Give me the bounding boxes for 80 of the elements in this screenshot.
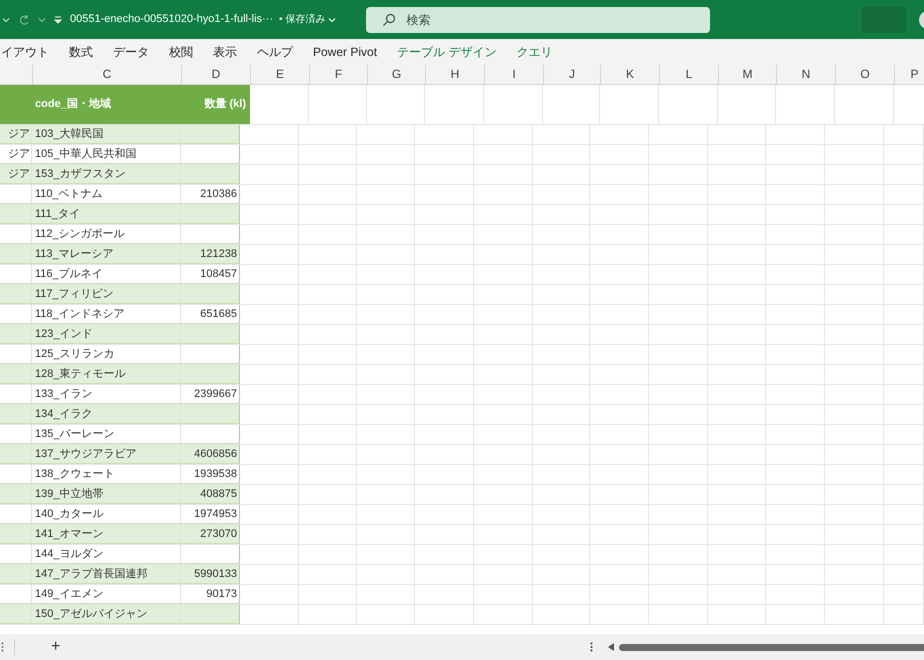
column-header[interactable]: E bbox=[250, 65, 309, 84]
table-cell-text: 118_インドネシア bbox=[35, 306, 125, 322]
table-cell-text: 149_イエメン bbox=[35, 586, 104, 602]
more-icon[interactable] bbox=[590, 642, 593, 652]
ribbon-tab[interactable]: ヘルプ bbox=[257, 43, 293, 61]
column-header[interactable]: M bbox=[718, 65, 776, 84]
ribbon-tab[interactable]: データ bbox=[113, 43, 149, 61]
table-cell-text: 116_ブルネイ bbox=[35, 266, 103, 282]
table-cell-text: 4606856 bbox=[194, 446, 237, 462]
ribbon-tab[interactable]: 数式 bbox=[69, 43, 93, 61]
column-header[interactable]: J bbox=[543, 65, 600, 84]
add-sheet-button[interactable]: + bbox=[51, 639, 60, 655]
table-cell-text: 121238 bbox=[200, 246, 237, 262]
ribbon-tab[interactable]: クエリ bbox=[516, 43, 552, 61]
chevron-down-icon bbox=[328, 16, 336, 22]
column-header[interactable]: N bbox=[776, 65, 835, 84]
table-cell-text: 141_オマーン bbox=[35, 526, 104, 542]
column-header[interactable]: L bbox=[659, 65, 718, 84]
column-header[interactable]: K bbox=[600, 65, 659, 84]
table-cell-text: 1939538 bbox=[194, 466, 237, 482]
table-cell-text: 408875 bbox=[200, 486, 237, 502]
customize-icon[interactable] bbox=[54, 16, 62, 24]
table-cell-text: 133_イラン bbox=[35, 386, 92, 402]
table-cell-text: 134_イラク bbox=[35, 406, 92, 422]
table-cell-text: ジア bbox=[8, 166, 30, 182]
redo-icon[interactable] bbox=[18, 14, 30, 26]
table-cell-text: 90173 bbox=[206, 586, 237, 602]
ribbon-tab[interactable]: 校閲 bbox=[169, 43, 193, 61]
table-cell-text: 111_タイ bbox=[35, 206, 80, 222]
ribbon-tab[interactable]: テーブル デザイン bbox=[397, 43, 496, 61]
column-header[interactable]: O bbox=[835, 65, 894, 84]
table-cell-text: 113_マレーシア bbox=[35, 246, 114, 262]
table-header-cell-text: code_国・地域 bbox=[34, 96, 112, 112]
table-cell-text: 108457 bbox=[200, 266, 237, 282]
ribbon-tab[interactable]: イアウト bbox=[1, 43, 49, 61]
ribbon-tab[interactable]: Power Pivot bbox=[313, 43, 378, 61]
table-cell-text: 273070 bbox=[200, 526, 237, 542]
table-cell-text: 135_バーレーン bbox=[35, 426, 114, 442]
table-cell-text: 128_東ティモール bbox=[35, 366, 126, 382]
table-cell-text: 210386 bbox=[200, 186, 237, 202]
horizontal-scrollbar-thumb[interactable] bbox=[619, 644, 924, 650]
table-cell-text: 125_スリランカ bbox=[35, 346, 114, 362]
column-header[interactable]: G bbox=[367, 65, 425, 84]
more-icon[interactable] bbox=[1, 642, 4, 652]
table-cell-text: 2399667 bbox=[194, 386, 237, 402]
table-cell-text: 139_中立地帯 bbox=[35, 486, 104, 502]
column-header[interactable]: D bbox=[181, 65, 250, 84]
column-header[interactable]: H bbox=[425, 65, 484, 84]
search-icon bbox=[382, 12, 396, 26]
table-cell-text: ジア bbox=[8, 146, 30, 162]
table-cell-text: 5990133 bbox=[194, 566, 237, 582]
table-cell-text: 144_ヨルダン bbox=[35, 546, 104, 562]
file-name[interactable]: 00551-enecho-00551020-hyo1-1-full-lis··· bbox=[70, 11, 274, 28]
chevron-down-icon bbox=[38, 16, 46, 22]
table-cell-text: 105_中華人民共和国 bbox=[35, 146, 136, 162]
table-cell-text: 110_ベトナム bbox=[35, 186, 103, 202]
table-cell-text: 103_大韓民国 bbox=[35, 126, 104, 142]
column-header[interactable]: P bbox=[894, 65, 924, 84]
ribbon-tab[interactable]: 表示 bbox=[213, 43, 237, 61]
table-cell-text: 137_サウジアラビア bbox=[35, 446, 136, 462]
table-cell-text: ジア bbox=[8, 126, 30, 142]
column-header[interactable]: C bbox=[32, 65, 181, 84]
chevron-down-icon bbox=[2, 16, 10, 22]
table-cell-text: 140_カタール bbox=[35, 506, 104, 522]
table-header-cell-text: 数量 (kl) bbox=[203, 97, 247, 112]
table-cell-text: 138_クウェート bbox=[35, 466, 114, 482]
table-cell-text: 150_アゼルバイジャン bbox=[35, 606, 148, 622]
table-cell-text: 117_フィリピン bbox=[35, 286, 114, 302]
search-field[interactable]: 検索 bbox=[366, 6, 710, 32]
scroll-left-icon[interactable] bbox=[608, 643, 615, 651]
save-status[interactable]: • 保存済み bbox=[279, 12, 336, 27]
column-header[interactable]: F bbox=[309, 65, 367, 84]
table-cell-text: 123_インド bbox=[35, 326, 92, 342]
avatar-icon[interactable] bbox=[918, 10, 924, 30]
table-cell-text: 153_カザフスタン bbox=[35, 166, 126, 182]
column-header[interactable]: I bbox=[484, 65, 543, 84]
table-cell-text: 651685 bbox=[200, 306, 237, 322]
table-cell-text: 112_シンガポール bbox=[35, 226, 125, 242]
table-cell-text: 147_アラブ首長国連邦 bbox=[35, 566, 148, 582]
table-cell-text: 1974953 bbox=[194, 506, 237, 522]
